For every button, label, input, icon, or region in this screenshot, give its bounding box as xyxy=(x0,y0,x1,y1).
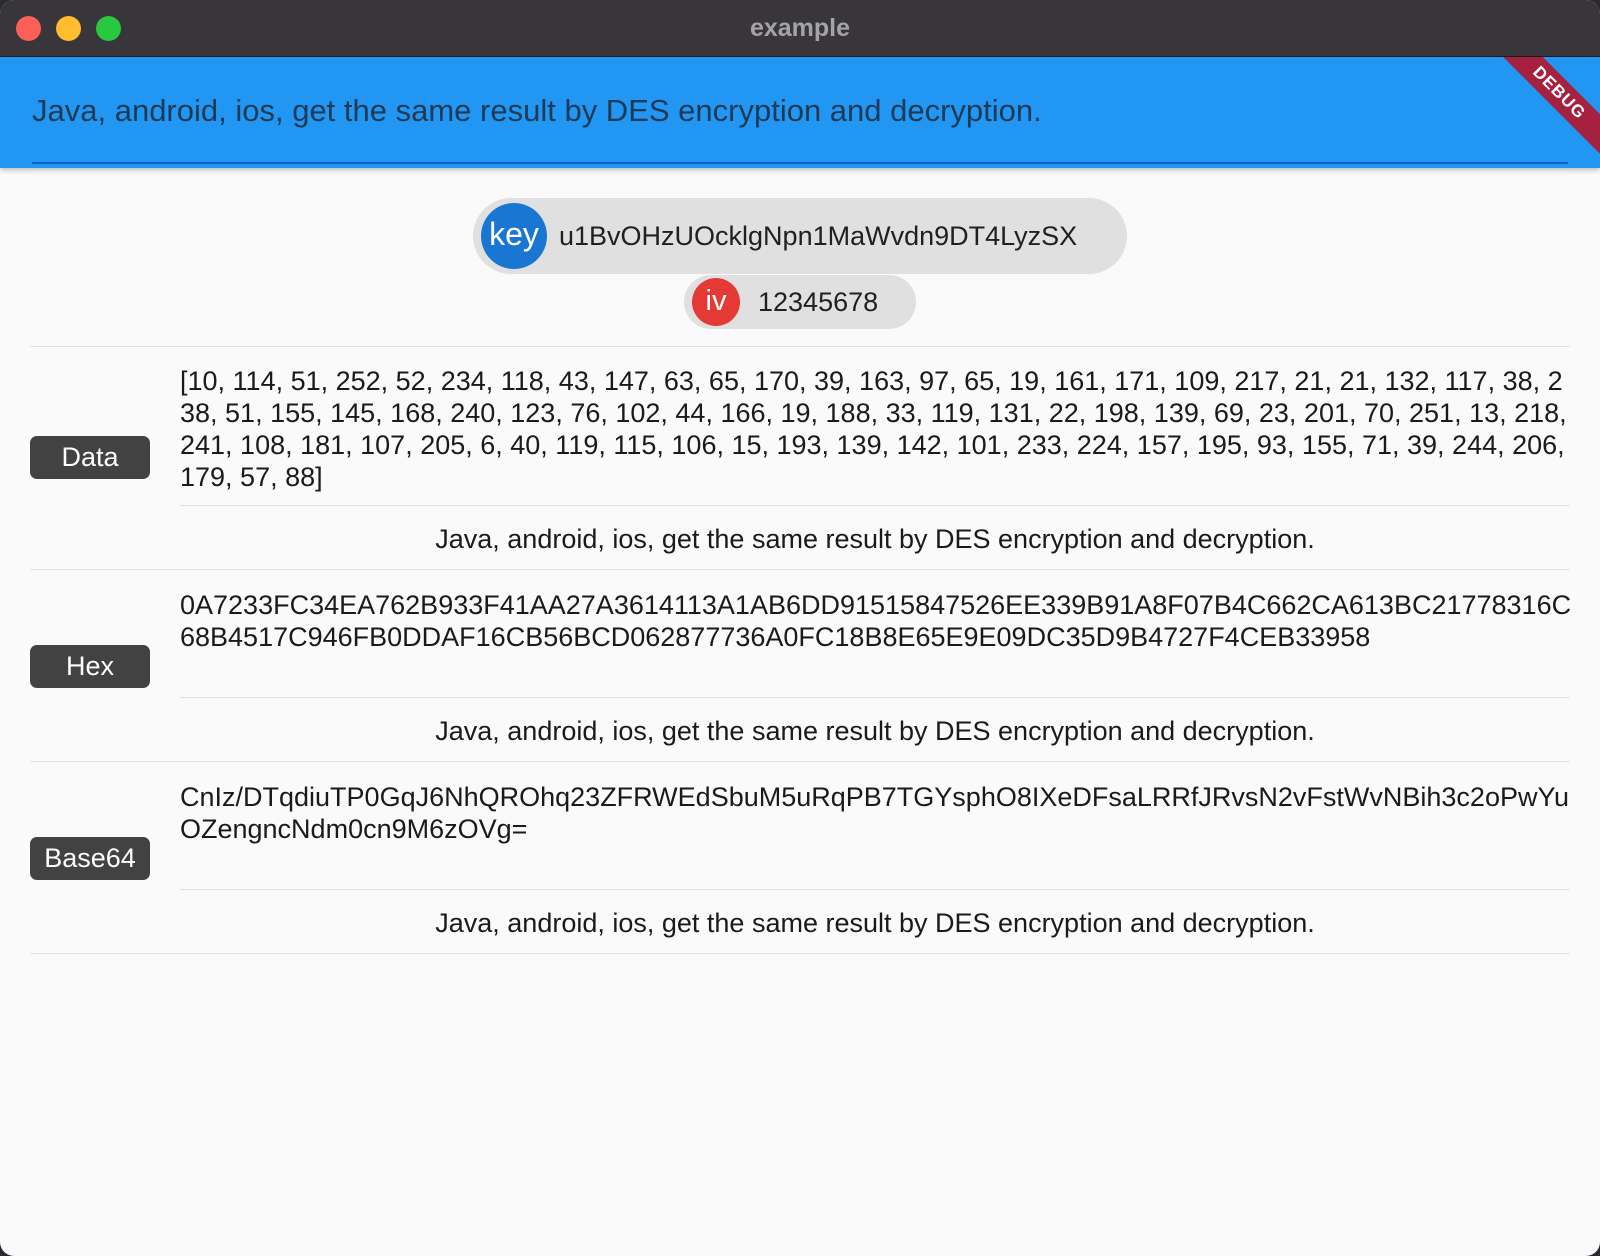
key-chip: key u1BvOHzUOcklgNpn1MaWvdn9DT4LyzSX xyxy=(473,198,1127,274)
app-bar: Java, android, ios, get the same result … xyxy=(0,57,1600,168)
iv-chip: iv 12345678 xyxy=(684,275,916,329)
key-avatar: key xyxy=(481,203,547,269)
divider xyxy=(30,953,1570,954)
data-label-button[interactable]: Data xyxy=(30,436,150,479)
divider xyxy=(30,569,1570,570)
window-title: example xyxy=(749,14,851,42)
title-bar: example xyxy=(0,0,1600,57)
base64-encoded-text: CnIz/DTqdiuTP0GqJ6NhQROhq23ZFRWEdSbuM5uR… xyxy=(180,782,1570,844)
plaintext-input[interactable]: Java, android, ios, get the same result … xyxy=(32,57,1568,164)
data-decoded-text: Java, android, ios, get the same result … xyxy=(435,524,1315,554)
data-encoded-text: [10, 114, 51, 252, 52, 234, 118, 43, 147… xyxy=(180,366,1567,492)
hex-decoded-text: Java, android, ios, get the same result … xyxy=(435,716,1315,746)
divider xyxy=(30,761,1570,762)
app-window: example Java, android, ios, get the same… xyxy=(0,0,1600,1256)
iv-avatar: iv xyxy=(692,278,740,326)
hex-label-button[interactable]: Hex xyxy=(30,645,150,688)
base64-decoded-text: Java, android, ios, get the same result … xyxy=(435,908,1315,938)
base64-label-button[interactable]: Base64 xyxy=(30,837,150,880)
iv-value: 12345678 xyxy=(758,286,879,317)
inner-divider xyxy=(180,889,1570,890)
hex-encoded-text: 0A7233FC34EA762B933F41AA27A3614113A1AB6D… xyxy=(180,590,1572,652)
divider xyxy=(30,346,1570,347)
key-value: u1BvOHzUOcklgNpn1MaWvdn9DT4LyzSX xyxy=(559,220,1078,251)
inner-divider xyxy=(180,505,1570,506)
inner-divider xyxy=(180,697,1570,698)
plaintext-input-value: Java, android, ios, get the same result … xyxy=(32,93,1042,128)
